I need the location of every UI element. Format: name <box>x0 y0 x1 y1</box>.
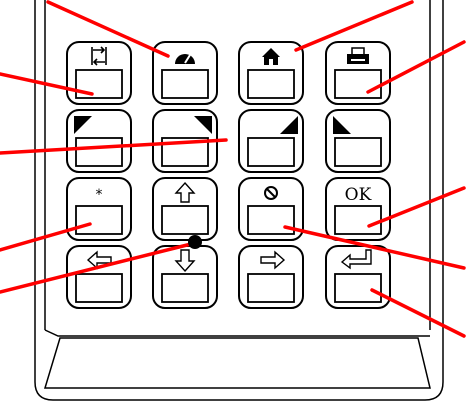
key-ok[interactable]: OK <box>325 177 391 241</box>
key-grid: * OK <box>66 41 391 309</box>
key-home[interactable] <box>238 41 304 105</box>
key-corner-bottom-right[interactable] <box>238 109 304 173</box>
callout-line-enter <box>370 288 466 338</box>
callout-dot <box>188 235 202 249</box>
key-swap[interactable] <box>66 41 132 105</box>
key-speedometer[interactable] <box>152 41 218 105</box>
ok-label: OK <box>345 185 372 205</box>
key-print[interactable] <box>325 41 391 105</box>
key-asterisk[interactable]: * <box>66 177 132 241</box>
key-corner-bottom-left[interactable] <box>325 109 391 173</box>
key-right[interactable] <box>238 245 304 309</box>
key-down[interactable] <box>152 245 218 309</box>
keypad-diagram: * OK <box>0 0 466 401</box>
key-left[interactable] <box>66 245 132 309</box>
key-corner-top-left[interactable] <box>66 109 132 173</box>
asterisk-icon: * <box>96 187 103 203</box>
key-up[interactable] <box>152 177 218 241</box>
key-enter[interactable] <box>325 245 391 309</box>
